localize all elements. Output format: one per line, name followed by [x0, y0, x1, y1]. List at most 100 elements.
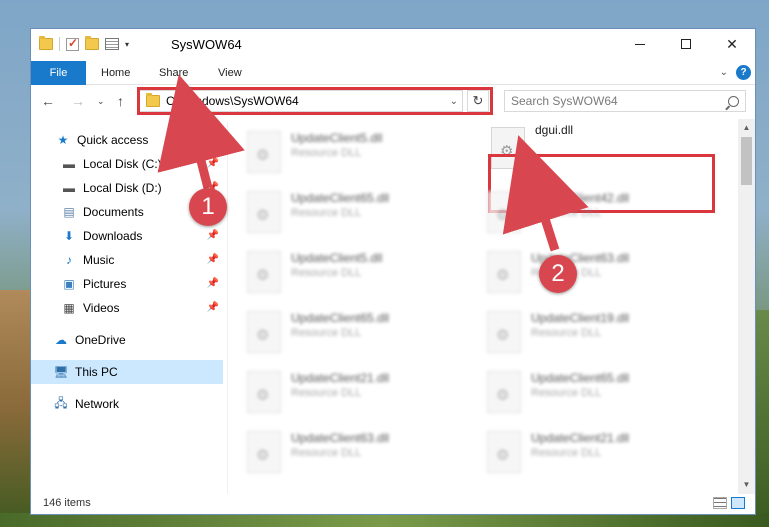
properties-check-icon[interactable] — [66, 36, 79, 51]
file-type: Resource DLL — [531, 387, 602, 399]
new-folder-icon[interactable] — [85, 36, 99, 50]
step-2-callout: 2 — [539, 255, 577, 293]
sidebar-item-music[interactable]: ♪ Music 📌 — [31, 248, 223, 272]
recent-locations-chevron-icon[interactable]: ⌄ — [97, 96, 105, 107]
up-arrow-icon[interactable]: ↑ — [117, 93, 124, 109]
status-bar: 146 items — [31, 494, 755, 514]
file-item[interactable]: UpdateClient5.dll Resource DLL — [233, 123, 471, 179]
file-type: Resource DLL — [531, 207, 602, 219]
pin-icon[interactable]: 📌 — [207, 254, 219, 265]
dll-file-icon — [487, 191, 521, 233]
sidebar-item-onedrive[interactable]: ☁ OneDrive — [31, 328, 223, 352]
file-name: UpdateClient5.dll — [291, 131, 383, 145]
file-item[interactable]: UpdateClient5.dll Resource DLL — [233, 243, 471, 299]
sidebar-item-label: Local Disk (C:) — [83, 157, 162, 171]
help-icon[interactable]: ? — [736, 65, 751, 80]
background-foliage — [755, 310, 769, 527]
tab-file[interactable]: File — [31, 61, 86, 85]
sidebar-item-pictures[interactable]: ▣ Pictures 📌 — [31, 272, 223, 296]
address-bar-highlight — [137, 87, 493, 115]
pin-icon[interactable]: 📌 — [207, 278, 219, 289]
toolbar-divider — [59, 37, 60, 51]
tab-home[interactable]: Home — [101, 61, 130, 85]
file-item[interactable]: UpdateClient21.dll Resource DLL — [233, 363, 471, 419]
file-name: dgui.dll — [535, 123, 574, 137]
sidebar-item-local-disk-c[interactable]: ▬ Local Disk (C:) 📌 — [31, 152, 223, 176]
search-icon — [728, 95, 739, 107]
sidebar-item-videos[interactable]: ▦ Videos 📌 — [31, 296, 223, 320]
dll-file-icon — [487, 251, 521, 293]
dll-file-icon — [247, 191, 281, 233]
scroll-down-icon[interactable]: ▼ — [738, 478, 755, 492]
file-item[interactable]: UpdateClient63.dllResource DLL — [233, 423, 471, 479]
customize-toolbar-icon[interactable] — [105, 38, 119, 50]
documents-icon: ▤ — [63, 205, 75, 219]
tab-view[interactable]: View — [218, 61, 242, 85]
scrollbar-thumb[interactable] — [741, 137, 752, 185]
sidebar-item-label: Music — [83, 253, 115, 267]
file-item[interactable]: UpdateClient19.dll Resource DLL — [473, 303, 711, 359]
search-input[interactable]: Search SysWOW64 — [504, 90, 746, 112]
file-item[interactable]: UpdateClient42.dll Resource DLL — [473, 183, 711, 239]
sidebar-item-label: Documents — [83, 205, 144, 219]
downloads-icon: ⬇ — [63, 229, 75, 243]
dll-file-icon — [487, 371, 521, 413]
file-type: Resource DLL — [291, 387, 362, 399]
file-name: UpdateClient5.dll — [291, 251, 383, 265]
file-type: Resource DLL — [531, 327, 602, 339]
file-name: UpdateClient65.dll — [531, 371, 630, 385]
maximize-button[interactable] — [663, 29, 709, 59]
file-type: Resource DLL — [291, 207, 362, 219]
details-view-icon[interactable] — [713, 497, 727, 509]
file-item[interactable]: UpdateClient65.dll Resource DLL — [233, 183, 471, 239]
network-icon: 🖧 — [54, 395, 68, 410]
onedrive-icon: ☁ — [55, 333, 67, 347]
background-ground — [0, 513, 769, 527]
sidebar-item-label: This PC — [75, 365, 118, 379]
chevron-down-icon[interactable]: ▾ — [125, 40, 129, 49]
pin-icon[interactable]: 📌 — [207, 230, 219, 241]
dll-file-icon — [247, 131, 281, 173]
drive-icon: ▬ — [63, 157, 75, 171]
dll-file-icon — [247, 251, 281, 293]
large-icons-view-icon[interactable] — [731, 497, 745, 509]
ribbon: File Home Share View ⌄ ? — [31, 61, 755, 85]
close-button[interactable]: ✕ — [709, 29, 755, 59]
back-arrow-icon[interactable]: ← — [41, 93, 55, 109]
sidebar-item-label: Pictures — [83, 277, 127, 291]
sidebar-item-quick-access[interactable]: ★ Quick access — [31, 128, 223, 152]
file-item[interactable]: UpdateClient21.dll Resource DLL — [473, 423, 711, 479]
vertical-scrollbar[interactable]: ▲ ▼ — [738, 119, 755, 494]
forward-arrow-icon[interactable]: → — [71, 93, 85, 109]
folder-icon — [39, 36, 53, 50]
sidebar-item-network[interactable]: 🖧 Network — [31, 392, 223, 416]
dll-file-icon — [247, 431, 281, 473]
scroll-up-icon[interactable]: ▲ — [738, 121, 755, 135]
file-item[interactable]: UpdateClient65.dll Resource DLL — [233, 303, 471, 359]
pin-icon[interactable]: 📌 — [207, 158, 219, 169]
minimize-button[interactable] — [617, 29, 663, 59]
dll-file-icon — [247, 311, 281, 353]
sidebar-item-downloads[interactable]: ⬇ Downloads 📌 — [31, 224, 223, 248]
expand-ribbon-icon[interactable]: ⌄ — [720, 67, 728, 78]
background-rock — [0, 290, 32, 527]
file-item[interactable]: UpdateClient65.dll Resource DLL — [473, 363, 711, 419]
quick-access-toolbar: ▾ — [39, 36, 129, 51]
file-type: Resource DLL — [291, 327, 362, 339]
sidebar-item-label: OneDrive — [75, 333, 126, 347]
file-type: Resource DLL — [291, 147, 362, 159]
window-controls: ✕ — [617, 29, 755, 59]
explorer-window: ▾ SysWOW64 ✕ File Home Share View ⌄ ? ← … — [30, 28, 756, 515]
file-name: UpdateClient21.dll — [291, 371, 390, 385]
navigation-pane: ★ Quick access ▬ Local Disk (C:) 📌 ▬ Loc… — [31, 122, 227, 494]
navigation-bar: ← → ⌄ ↑ C:\Windows\SysWOW64 ⌄ ↻ Search S… — [31, 86, 755, 116]
pin-icon[interactable]: 📌 — [207, 302, 219, 313]
file-item[interactable]: UpdateClient63.dllResource DLL — [473, 243, 711, 299]
sidebar-item-label: Downloads — [83, 229, 143, 243]
sidebar-item-this-pc[interactable]: 🖥 This PC — [31, 360, 223, 384]
minimize-icon — [635, 43, 645, 45]
star-icon: ★ — [57, 133, 69, 147]
file-name: UpdateClient42.dll — [531, 191, 630, 205]
tab-share[interactable]: Share — [159, 61, 188, 85]
sidebar-item-label: Local Disk (D:) — [83, 181, 162, 195]
